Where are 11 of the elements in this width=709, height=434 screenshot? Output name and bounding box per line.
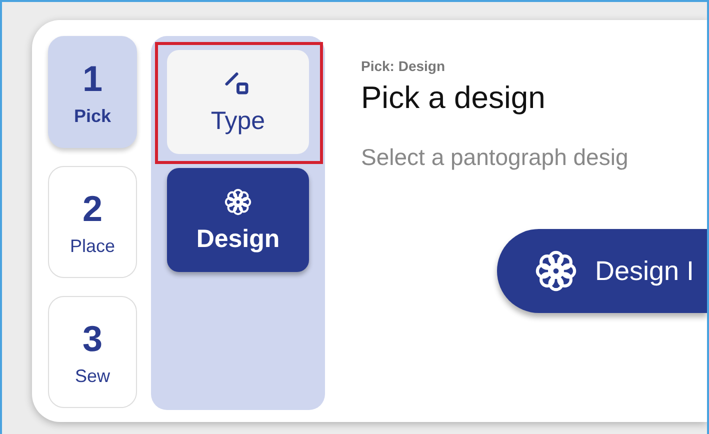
breadcrumb: Pick: Design <box>361 58 446 74</box>
step-tab[interactable]: 3 Sew <box>48 296 137 408</box>
page-subtitle: Select a pantograph desig <box>361 144 630 171</box>
step-tab[interactable]: 2 Place <box>48 166 137 278</box>
option-button[interactable]: Design <box>167 168 309 272</box>
step-tab[interactable]: 1 Pick <box>48 36 137 148</box>
design-library-button[interactable]: Design I <box>497 229 707 313</box>
flower-icon <box>223 186 253 216</box>
page-heading: Pick a design <box>361 80 546 116</box>
option-button[interactable]: Type <box>167 50 309 154</box>
flower-icon <box>533 248 579 294</box>
